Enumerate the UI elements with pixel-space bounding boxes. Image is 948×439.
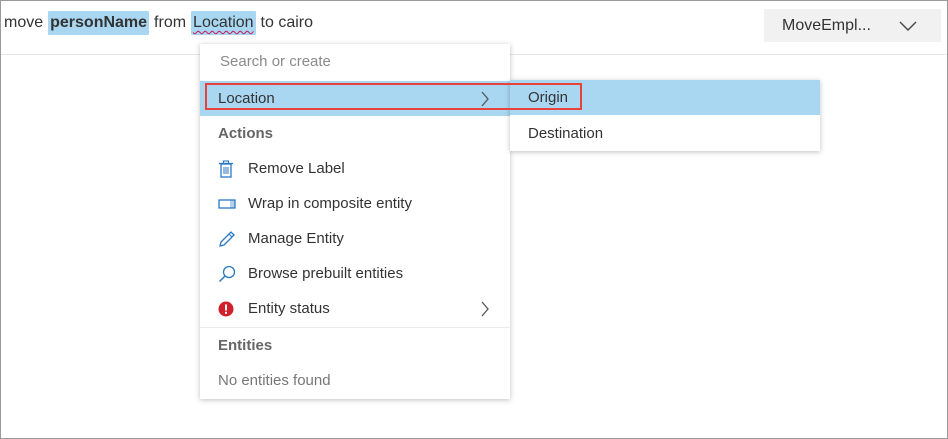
- menu-item-location[interactable]: Location: [200, 81, 510, 116]
- error-icon: [218, 301, 248, 317]
- intent-dropdown-value: MoveEmpl...: [782, 16, 871, 34]
- search-input[interactable]: [218, 52, 492, 71]
- menu-item-label: Entity status: [248, 300, 330, 317]
- utterance-text: move personName from Location to cairo: [4, 9, 318, 37]
- chevron-down-icon: [899, 21, 917, 31]
- submenu-item-destination[interactable]: Destination: [510, 116, 820, 151]
- menu-item-label: Wrap in composite entity: [248, 195, 412, 212]
- search-icon: [218, 265, 248, 283]
- utterance-token[interactable]: from: [154, 14, 186, 32]
- wrap-icon: [218, 198, 248, 210]
- menu-item-label: Browse prebuilt entities: [248, 265, 404, 282]
- labeled-token-personname[interactable]: personName: [48, 11, 150, 35]
- menu-item-entity-status[interactable]: Entity status: [200, 291, 510, 326]
- entity-context-menu: Location Actions Remove Label Wrap in co…: [200, 44, 510, 399]
- submenu-item-label: Destination: [528, 125, 604, 142]
- menu-item-label: Remove Label: [248, 160, 345, 177]
- menu-item-remove-label[interactable]: Remove Label: [200, 151, 510, 186]
- submenu-item-label: Origin: [528, 89, 569, 106]
- labeled-token-location[interactable]: Location: [191, 11, 256, 35]
- chevron-right-icon: [480, 301, 490, 317]
- search-or-create: [200, 44, 510, 82]
- trash-icon: [218, 159, 248, 178]
- submenu-item-origin[interactable]: Origin: [510, 80, 820, 115]
- location-submenu: Origin Destination: [510, 80, 820, 151]
- chevron-right-icon: [480, 91, 490, 107]
- utterance-token[interactable]: to cairo: [261, 14, 313, 32]
- menu-item-label: Location: [218, 90, 275, 107]
- pencil-icon: [218, 230, 248, 248]
- menu-item-label: Manage Entity: [248, 230, 344, 247]
- menu-item-browse-prebuilt[interactable]: Browse prebuilt entities: [200, 256, 510, 291]
- menu-separator: [200, 327, 510, 328]
- menu-item-wrap-composite[interactable]: Wrap in composite entity: [200, 186, 510, 221]
- utterance-token[interactable]: move: [4, 14, 43, 32]
- intent-dropdown[interactable]: MoveEmpl...: [764, 9, 941, 42]
- entities-header: Entities: [218, 337, 273, 354]
- entities-empty-message: No entities found: [218, 372, 331, 389]
- menu-item-manage-entity[interactable]: Manage Entity: [200, 221, 510, 256]
- actions-header: Actions: [218, 125, 274, 142]
